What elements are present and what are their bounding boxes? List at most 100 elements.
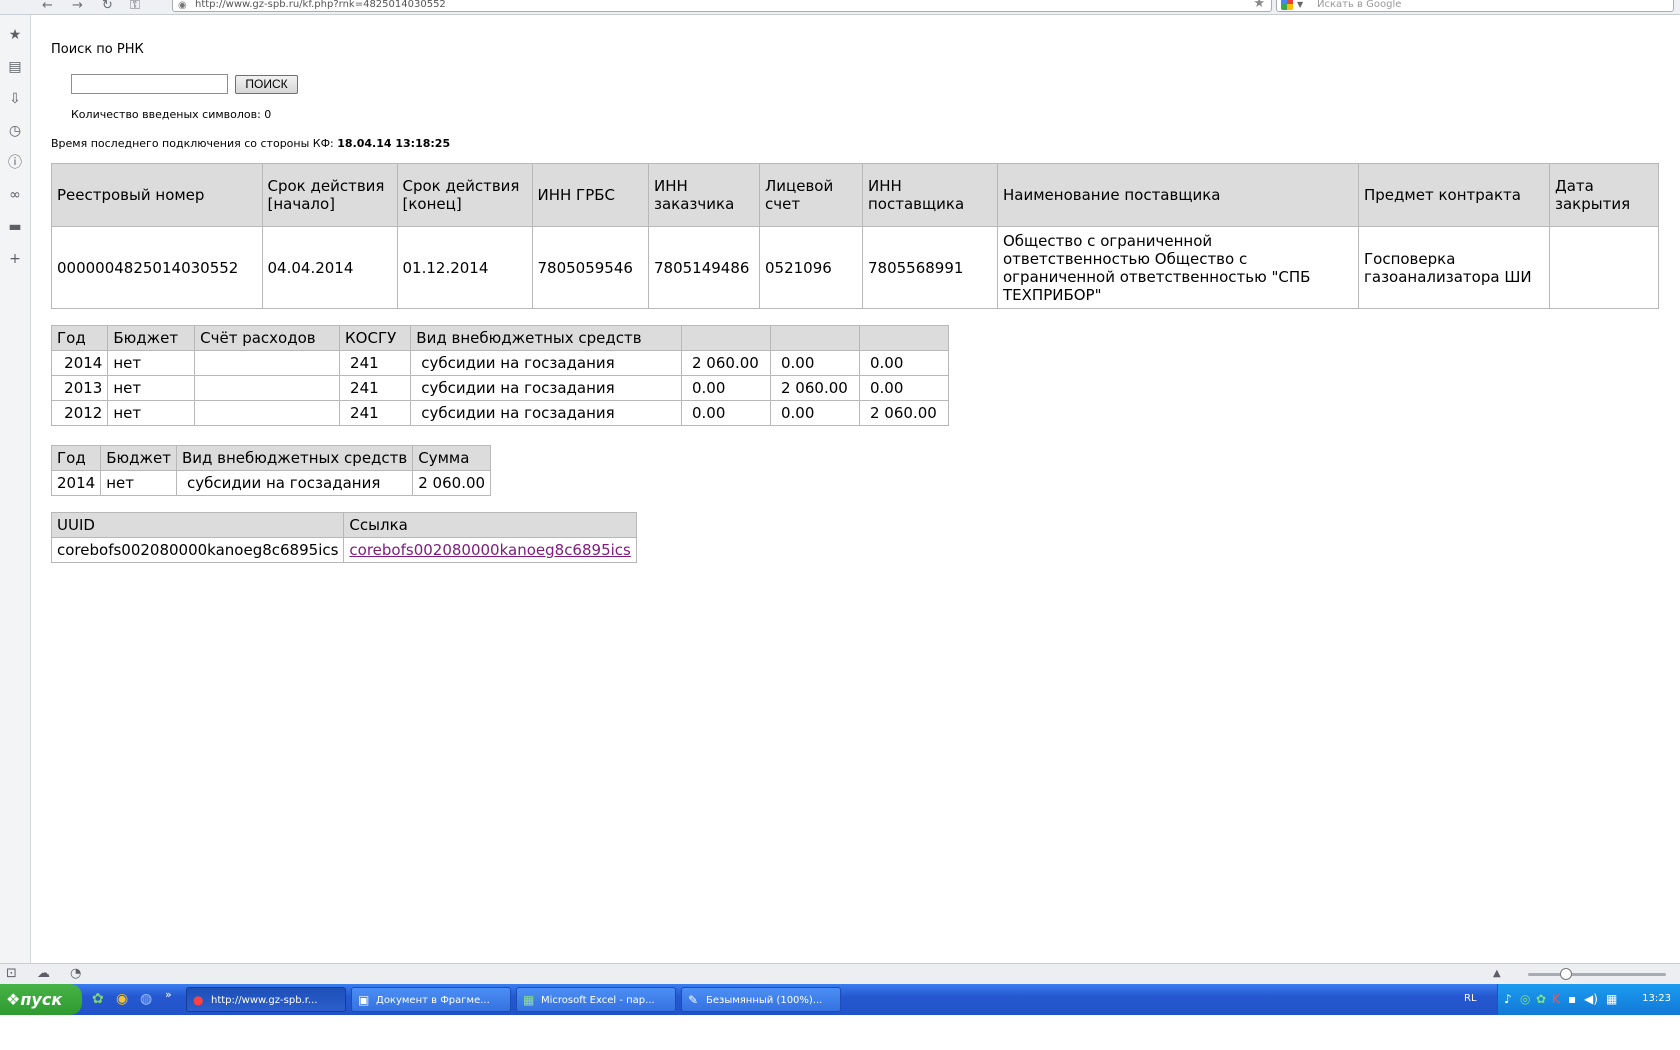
- table-header-row: Реестровый номер Срок действия [начало] …: [51, 163, 1659, 227]
- expense-account-cell: [194, 375, 341, 401]
- kosgu-cell: 241: [339, 400, 412, 426]
- key-icon[interactable]: ⚿: [130, 0, 140, 13]
- chrome-icon[interactable]: ◉: [116, 991, 128, 1007]
- zoom-slider-handle[interactable]: [1560, 968, 1572, 980]
- table-row: 2012 нет 241 субсидии на госзадания 0.00…: [50, 400, 949, 426]
- panel-icon[interactable]: ▬: [7, 219, 23, 235]
- chevron-down-icon[interactable]: ▼: [1297, 0, 1303, 13]
- task-browser[interactable]: ● http://www.gz-spb.r...: [186, 987, 346, 1012]
- amount-cell: 0.00: [681, 375, 771, 401]
- add-icon[interactable]: +: [7, 251, 23, 267]
- reload-icon[interactable]: ↻: [102, 0, 113, 13]
- tray-keyboard-icon[interactable]: ▦: [1606, 992, 1617, 1006]
- table-header-row: Год Бюджет Счёт расходов КОСГУ Вид внебю…: [50, 325, 949, 351]
- notes-icon[interactable]: ▤: [7, 59, 23, 75]
- star-icon[interactable]: ★: [7, 27, 23, 43]
- windows-taskbar: ❖пуск ✿ ◉ ◍ » ● http://www.gz-spb.r... ▣…: [0, 984, 1680, 1015]
- col-amount-2014: [681, 325, 771, 351]
- download-icon[interactable]: ⇩: [7, 91, 23, 107]
- tray-monitor-icon[interactable]: ▪: [1568, 992, 1576, 1006]
- end-date: 01.12.2014: [396, 226, 533, 309]
- sum-table: Год Бюджет Вид внебюджетных средств Сумм…: [50, 445, 492, 496]
- col-link: Ссылка: [343, 512, 637, 538]
- task-label: Документ в Фрагме...: [376, 995, 490, 1006]
- col-inn-supplier: ИНН поставщика: [862, 163, 998, 227]
- icq-icon[interactable]: ✿: [92, 991, 104, 1007]
- year-cell: 2014: [50, 470, 102, 496]
- start-label: пуск: [20, 990, 63, 1009]
- tray-icq-icon[interactable]: ✿: [1536, 992, 1546, 1006]
- more-icon[interactable]: »: [165, 988, 172, 1001]
- excel-icon: ▦: [523, 993, 535, 1007]
- table-header-row: UUID Ссылка: [50, 512, 637, 538]
- col-year: Год: [50, 325, 109, 351]
- tray-network-icon[interactable]: ◎: [1520, 992, 1530, 1006]
- bookmark-star-icon[interactable]: ★: [1253, 0, 1265, 12]
- ie-icon[interactable]: ◍: [140, 991, 152, 1007]
- table-row: 2014 нет 241 субсидии на госзадания 2 06…: [50, 350, 949, 376]
- tray-app-icon[interactable]: ♪: [1504, 992, 1512, 1006]
- year-cell: 2014: [50, 350, 109, 376]
- table-row: 2013 нет 241 субсидии на госзадания 0.00…: [50, 375, 949, 401]
- contract-subject: Госповерка газоанализатора ШИ: [1358, 226, 1550, 309]
- start-button[interactable]: ❖пуск: [0, 984, 82, 1015]
- back-icon[interactable]: ←: [42, 0, 53, 13]
- speed-dial-icon[interactable]: ◔: [70, 966, 81, 981]
- browser-toolbar: ← → ↻ ⚿ ◉ http://www.gz-spb.ru/kf.php?rn…: [0, 0, 1680, 15]
- site-info-icon[interactable]: ◉: [178, 0, 187, 14]
- col-budget: Бюджет: [107, 325, 196, 351]
- table-header-row: Год Бюджет Вид внебюджетных средств Сумм…: [50, 445, 492, 471]
- forward-icon[interactable]: →: [72, 0, 83, 13]
- amount-cell: 0.00: [681, 400, 771, 426]
- col-expense-account: Счёт расходов: [194, 325, 341, 351]
- search-bar[interactable]: ▼ Искать в Google: [1276, 0, 1674, 12]
- up-arrow-icon[interactable]: ▲: [1493, 968, 1501, 979]
- uuid-link[interactable]: corebofs002080000kanoeg8c6895ics: [349, 541, 630, 559]
- task-excel[interactable]: ▦ Microsoft Excel - пар...: [516, 987, 676, 1012]
- amount-cell: 2 060.00: [681, 350, 771, 376]
- task-label: http://www.gz-spb.r...: [211, 995, 318, 1006]
- language-indicator[interactable]: RL: [1464, 993, 1477, 1004]
- col-amount-2012: [859, 325, 949, 351]
- link-icon[interactable]: ∞: [7, 187, 23, 203]
- url-text: http://www.gz-spb.ru/kf.php?rnk=48250140…: [195, 0, 446, 10]
- contract-table: Реестровый номер Срок действия [начало] …: [51, 163, 1659, 309]
- col-inn-customer: ИНН заказчика: [648, 163, 760, 227]
- col-end-date: Срок действия [конец]: [396, 163, 533, 227]
- tray-antivirus-icon[interactable]: K: [1552, 992, 1560, 1006]
- link-cell: corebofs002080000kanoeg8c6895ics: [343, 537, 637, 563]
- address-bar[interactable]: ◉ http://www.gz-spb.ru/kf.php?rnk=482501…: [172, 0, 1272, 12]
- col-year: Год: [50, 445, 102, 471]
- col-close-date: Дата закрытия: [1549, 163, 1659, 227]
- kosgu-cell: 241: [339, 375, 412, 401]
- table-row: 2014 нет субсидии на госзадания 2 060.00: [50, 470, 492, 496]
- volume-icon[interactable]: ◀): [1584, 992, 1598, 1006]
- table-row: 0000004825014030552 04.04.2014 01.12.201…: [51, 226, 1659, 309]
- col-start-date: Срок действия [начало]: [261, 163, 398, 227]
- col-inn-grbs: ИНН ГРБС: [531, 163, 649, 227]
- history-icon[interactable]: ◷: [7, 123, 23, 139]
- task-label: Microsoft Excel - пар...: [541, 995, 655, 1006]
- task-document[interactable]: ▣ Документ в Фрагме...: [351, 987, 511, 1012]
- task-paint[interactable]: ✎ Безымянный (100%)...: [681, 987, 841, 1012]
- year-cell: 2013: [50, 375, 109, 401]
- search-button[interactable]: ПОИСК: [235, 75, 298, 94]
- opera-icon: ●: [193, 993, 204, 1007]
- google-icon[interactable]: [1281, 0, 1293, 10]
- document-icon: ▣: [358, 993, 370, 1007]
- rnk-search-input[interactable]: [71, 74, 228, 94]
- last-connection-value: 18.04.14 13:18:25: [337, 137, 451, 150]
- col-fund-type: Вид внебюджетных средств: [175, 445, 414, 471]
- fund-type-cell: субсидии на госзадания: [410, 400, 682, 426]
- supplier-name: Общество с ограниченной ответственностью…: [997, 226, 1359, 309]
- col-budget: Бюджет: [100, 445, 177, 471]
- panel-toggle-icon[interactable]: ⊡: [6, 966, 17, 981]
- uuid-cell: corebofs002080000kanoeg8c6895ics: [50, 537, 345, 563]
- col-account: Лицевой счет: [759, 163, 863, 227]
- cloud-icon[interactable]: ☁: [37, 966, 50, 981]
- zoom-slider[interactable]: [1528, 973, 1666, 976]
- char-count: Количество введеных символов: 0: [71, 108, 272, 121]
- info-icon[interactable]: ⓘ: [7, 155, 23, 171]
- fund-type-cell: субсидии на госзадания: [175, 470, 414, 496]
- amount-cell: 2 060.00: [770, 375, 860, 401]
